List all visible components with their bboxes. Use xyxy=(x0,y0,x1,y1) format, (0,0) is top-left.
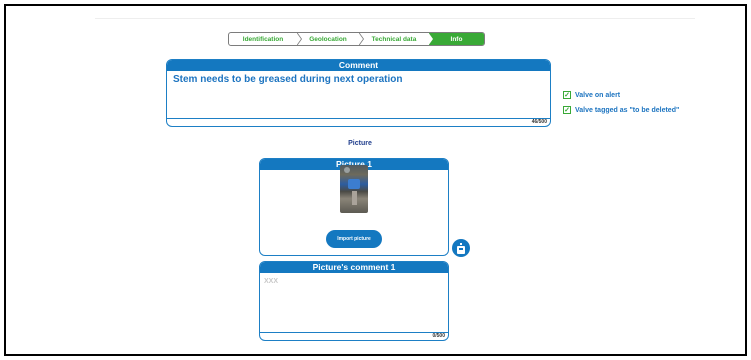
checkmark-icon[interactable]: ✓ xyxy=(563,91,571,99)
step-geolocation[interactable]: Geolocation xyxy=(297,33,364,45)
chevron-fill xyxy=(428,33,433,45)
step-label: Geolocation xyxy=(309,35,347,43)
comment-textarea[interactable]: Stem needs to be greased during next ope… xyxy=(167,71,550,88)
checkbox-label: Valve tagged as "to be deleted" xyxy=(575,106,680,114)
comment-card: Comment Stem needs to be greased during … xyxy=(166,59,551,127)
picture-card: Picture 1 Import picture xyxy=(259,158,449,256)
valve-on-alert-checkbox[interactable]: ✓ Valve on alert xyxy=(563,91,620,99)
picture-comment-card: Picture's comment 1 XXX 0/500 xyxy=(259,261,449,341)
step-identification[interactable]: Identification xyxy=(229,33,302,45)
valve-to-be-deleted-checkbox[interactable]: ✓ Valve tagged as "to be deleted" xyxy=(563,106,679,114)
save-button[interactable] xyxy=(452,239,470,257)
step-technical-data[interactable]: Technical data xyxy=(359,33,434,45)
comment-title: Comment xyxy=(167,60,550,71)
photo-detail xyxy=(352,191,357,205)
checkbox-label: Valve on alert xyxy=(575,91,621,99)
checkmark-icon[interactable]: ✓ xyxy=(563,106,571,114)
char-counter: 0/500 xyxy=(432,333,445,339)
import-picture-button[interactable]: Import picture xyxy=(326,230,382,248)
step-label: Technical data xyxy=(371,35,417,43)
divider xyxy=(167,118,550,119)
picture-section-label: Picture xyxy=(348,140,372,147)
stepper: Identification Geolocation Technical dat… xyxy=(228,32,485,46)
divider xyxy=(95,18,695,19)
photo-detail xyxy=(348,179,360,189)
step-label: Identification xyxy=(242,35,284,43)
step-info[interactable]: Info xyxy=(429,33,484,45)
divider xyxy=(260,332,448,333)
picture-comment-textarea[interactable]: XXX xyxy=(260,273,448,290)
chevron-fill xyxy=(358,33,363,45)
step-label: Info xyxy=(450,35,463,43)
picture-comment-title: Picture's comment 1 xyxy=(260,262,448,273)
char-counter: 46/500 xyxy=(531,119,547,125)
chevron-fill xyxy=(296,33,301,45)
photo-detail xyxy=(344,167,350,173)
valve-photo xyxy=(340,165,368,213)
save-icon xyxy=(457,242,465,254)
